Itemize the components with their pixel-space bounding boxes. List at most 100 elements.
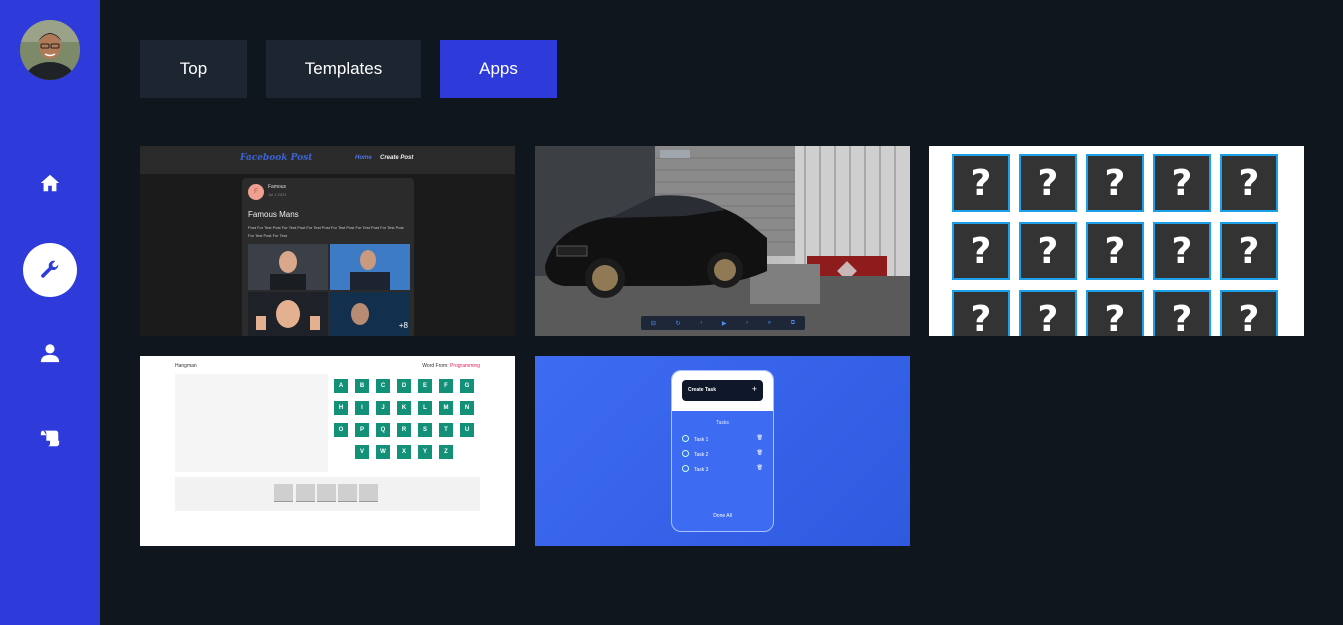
memory-tile: ?	[1153, 222, 1211, 280]
letter-key: A	[333, 378, 349, 394]
letter-key: W	[375, 444, 391, 460]
letter-key: Z	[438, 444, 454, 460]
task-top-area: Create Task +	[672, 371, 773, 411]
app-card-facebook-post[interactable]: Facebook Post Home Create Post F Famous …	[140, 146, 515, 336]
letter-slot	[338, 484, 357, 502]
letter-slot	[317, 484, 336, 502]
letter-key: L	[417, 400, 433, 416]
letter-key: P	[354, 422, 370, 438]
play-icon[interactable]: ▶	[722, 320, 727, 327]
playlist-icon[interactable]: ⊟	[651, 320, 656, 327]
letter-key: N	[459, 400, 475, 416]
fast-forward-icon[interactable]: »	[768, 320, 771, 326]
sidebar-item-home[interactable]	[23, 156, 77, 210]
preview-photo-1	[248, 244, 328, 290]
letter-key: O	[333, 422, 349, 438]
word-from-value: Programming	[449, 363, 480, 369]
letter-key: J	[375, 400, 391, 416]
memory-tile: ?	[1019, 154, 1077, 212]
car-image	[535, 146, 910, 336]
letter-slot	[274, 484, 293, 502]
memory-tile: ?	[1086, 154, 1144, 212]
task-list-panel: Tasks Task 1 🗑 Task 2 🗑 Task 3 🗑 Done Al…	[676, 411, 769, 527]
create-task-label: Create Task	[688, 387, 716, 393]
avatar[interactable]	[20, 20, 80, 80]
memory-tile: ?	[952, 154, 1010, 212]
preview-nav-create: Create Post	[380, 155, 414, 161]
letter-key: F	[438, 378, 454, 394]
preview-navbar: Facebook Post Home Create Post	[140, 146, 515, 174]
letter-key: M	[438, 400, 454, 416]
sidebar-item-tools[interactable]	[23, 243, 77, 297]
tab-apps[interactable]: Apps	[440, 40, 557, 98]
avatar-photo	[20, 20, 80, 80]
preview-post-avatar: F	[248, 184, 264, 200]
sidebar-item-profile[interactable]	[23, 326, 77, 380]
memory-tile: ?	[1220, 154, 1278, 212]
letter-key: E	[417, 378, 433, 394]
trash-icon: 🗑	[756, 450, 763, 456]
memory-tile: ?	[1153, 154, 1211, 212]
add-task-icon: +	[751, 384, 757, 394]
memory-tile: ?	[1220, 290, 1278, 336]
hangman-title: Hangman	[175, 363, 197, 369]
memory-tile: ?	[1086, 290, 1144, 336]
memory-tile: ?	[1153, 290, 1211, 336]
memory-tile: ?	[1220, 222, 1278, 280]
letter-key: T	[438, 422, 454, 438]
letter-key: U	[459, 422, 475, 438]
letter-key: I	[354, 400, 370, 416]
letter-key: S	[417, 422, 433, 438]
preview-post-heading: Famous Mans	[248, 210, 299, 219]
sidebar-item-scroll[interactable]	[23, 411, 77, 465]
wrench-icon	[41, 260, 59, 278]
hangman-drawing-area	[175, 374, 328, 472]
memory-tile: ?	[952, 222, 1010, 280]
letter-key: V	[354, 444, 370, 460]
task-phone-frame: Create Task + Tasks Task 1 🗑 Task 2 🗑 Ta…	[671, 370, 774, 532]
done-all-label: Done All	[713, 513, 732, 519]
scroll-icon	[40, 430, 60, 447]
hangman-word-from: Word From: Programming	[422, 363, 480, 369]
letter-key: X	[396, 444, 412, 460]
task-row: Task 2	[682, 450, 708, 458]
trash-icon: 🗑	[756, 435, 763, 441]
previous-icon[interactable]: ‹	[700, 320, 702, 326]
letter-key: Q	[375, 422, 391, 438]
tab-top[interactable]: Top	[140, 40, 247, 98]
app-card-task-list[interactable]: Create Task + Tasks Task 1 🗑 Task 2 🗑 Ta…	[535, 356, 910, 546]
preview-post-date: Jul 1 2021	[268, 192, 287, 197]
next-icon[interactable]: ›	[746, 320, 748, 326]
app-card-hangman[interactable]: Hangman Word From: Programming A B C D E…	[140, 356, 515, 546]
preview-more-count: +8	[398, 321, 408, 330]
pip-icon[interactable]: ⧉	[791, 320, 795, 327]
preview-title: Facebook Post	[240, 153, 313, 163]
letter-key: H	[333, 400, 349, 416]
preview-photo-2	[330, 244, 410, 290]
create-task-bar: Create Task +	[682, 380, 763, 401]
preview-post: F Famous Jul 1 2021 Famous Mans Post For…	[242, 178, 414, 336]
memory-tile: ?	[952, 290, 1010, 336]
preview-nav-home: Home	[355, 155, 372, 161]
user-icon	[40, 344, 60, 363]
app-card-memory-game[interactable]: ? ? ? ? ? ? ? ? ? ? ? ? ? ? ?	[929, 146, 1304, 336]
letter-slot	[296, 484, 315, 502]
letter-key: Y	[417, 444, 433, 460]
video-controls: ⊟ ↻ ‹ ▶ › » ⧉	[641, 316, 805, 330]
memory-tile: ?	[1086, 222, 1144, 280]
task-list-header: Tasks	[716, 420, 729, 426]
replay-icon[interactable]: ↻	[676, 320, 681, 327]
letter-key: G	[459, 378, 475, 394]
letter-key: D	[396, 378, 412, 394]
task-row: Task 1	[682, 435, 708, 443]
tab-templates[interactable]: Templates	[266, 40, 421, 98]
home-icon	[40, 174, 60, 192]
memory-tile: ?	[1019, 290, 1077, 336]
memory-tile: ?	[1019, 222, 1077, 280]
letter-key: C	[375, 378, 391, 394]
trash-icon: 🗑	[756, 465, 763, 471]
letter-key: K	[396, 400, 412, 416]
task-row: Task 3	[682, 465, 708, 473]
app-card-video-player[interactable]: ⊟ ↻ ‹ ▶ › » ⧉	[535, 146, 910, 336]
word-from-label: Word From:	[422, 363, 449, 369]
